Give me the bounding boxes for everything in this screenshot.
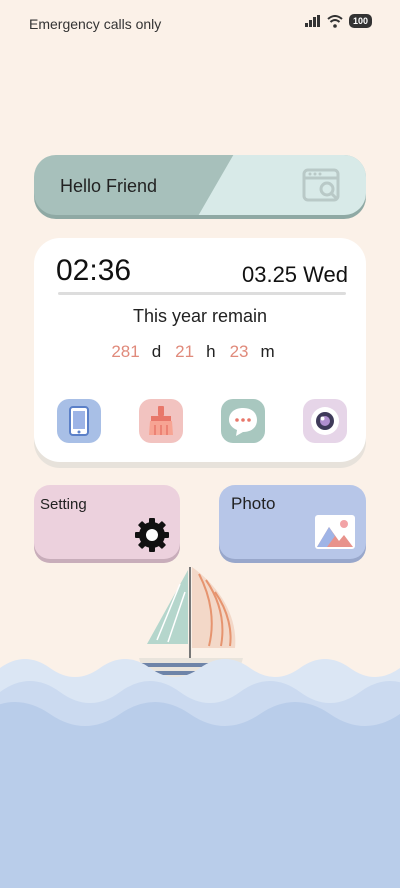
status-icons: 100: [304, 14, 372, 28]
photo-tile[interactable]: Photo: [219, 485, 366, 559]
gear-icon: [135, 518, 169, 552]
carrier-status-text: Emergency calls only: [29, 16, 162, 32]
wifi-icon: [327, 14, 343, 28]
app-icon-row: [57, 399, 347, 443]
clock-date: 03.25 Wed: [241, 262, 348, 287]
browser-search-icon[interactable]: [302, 167, 340, 205]
battery-icon: 100: [348, 14, 372, 28]
year-remain-countdown: 281 d 21 h 23 m: [34, 342, 366, 362]
hello-greeting: Hello Friend: [60, 176, 158, 196]
remain-days: 281: [111, 342, 140, 361]
clock-time: 02:36: [56, 254, 132, 287]
divider: [58, 292, 346, 295]
remain-days-unit: d: [151, 342, 162, 361]
year-remain-label: This year remain: [132, 306, 268, 326]
status-bar: Emergency calls only 100: [0, 0, 400, 46]
setting-tile[interactable]: Setting: [34, 485, 180, 559]
photo-label: Photo: [231, 494, 276, 513]
clock-widget[interactable]: 02:36 03.25 Wed This year remain 281 d 21 h…: [34, 238, 366, 462]
remain-hours-unit: h: [206, 342, 216, 361]
hello-widget-highlight: [198, 155, 366, 215]
image-icon: [315, 515, 355, 549]
setting-label: Setting: [40, 496, 87, 513]
phone-app-icon[interactable]: [57, 399, 101, 443]
sea-waves: [0, 659, 400, 888]
cleaner-app-icon[interactable]: [139, 399, 183, 443]
remain-minutes: 23: [229, 342, 249, 361]
remain-minutes-unit: m: [260, 342, 275, 361]
messages-app-icon[interactable]: [221, 399, 265, 443]
camera-app-icon[interactable]: [303, 399, 347, 443]
hello-widget[interactable]: Hello Friend: [34, 155, 366, 215]
remain-hours: 21: [175, 342, 195, 361]
signal-icon: [304, 15, 320, 27]
